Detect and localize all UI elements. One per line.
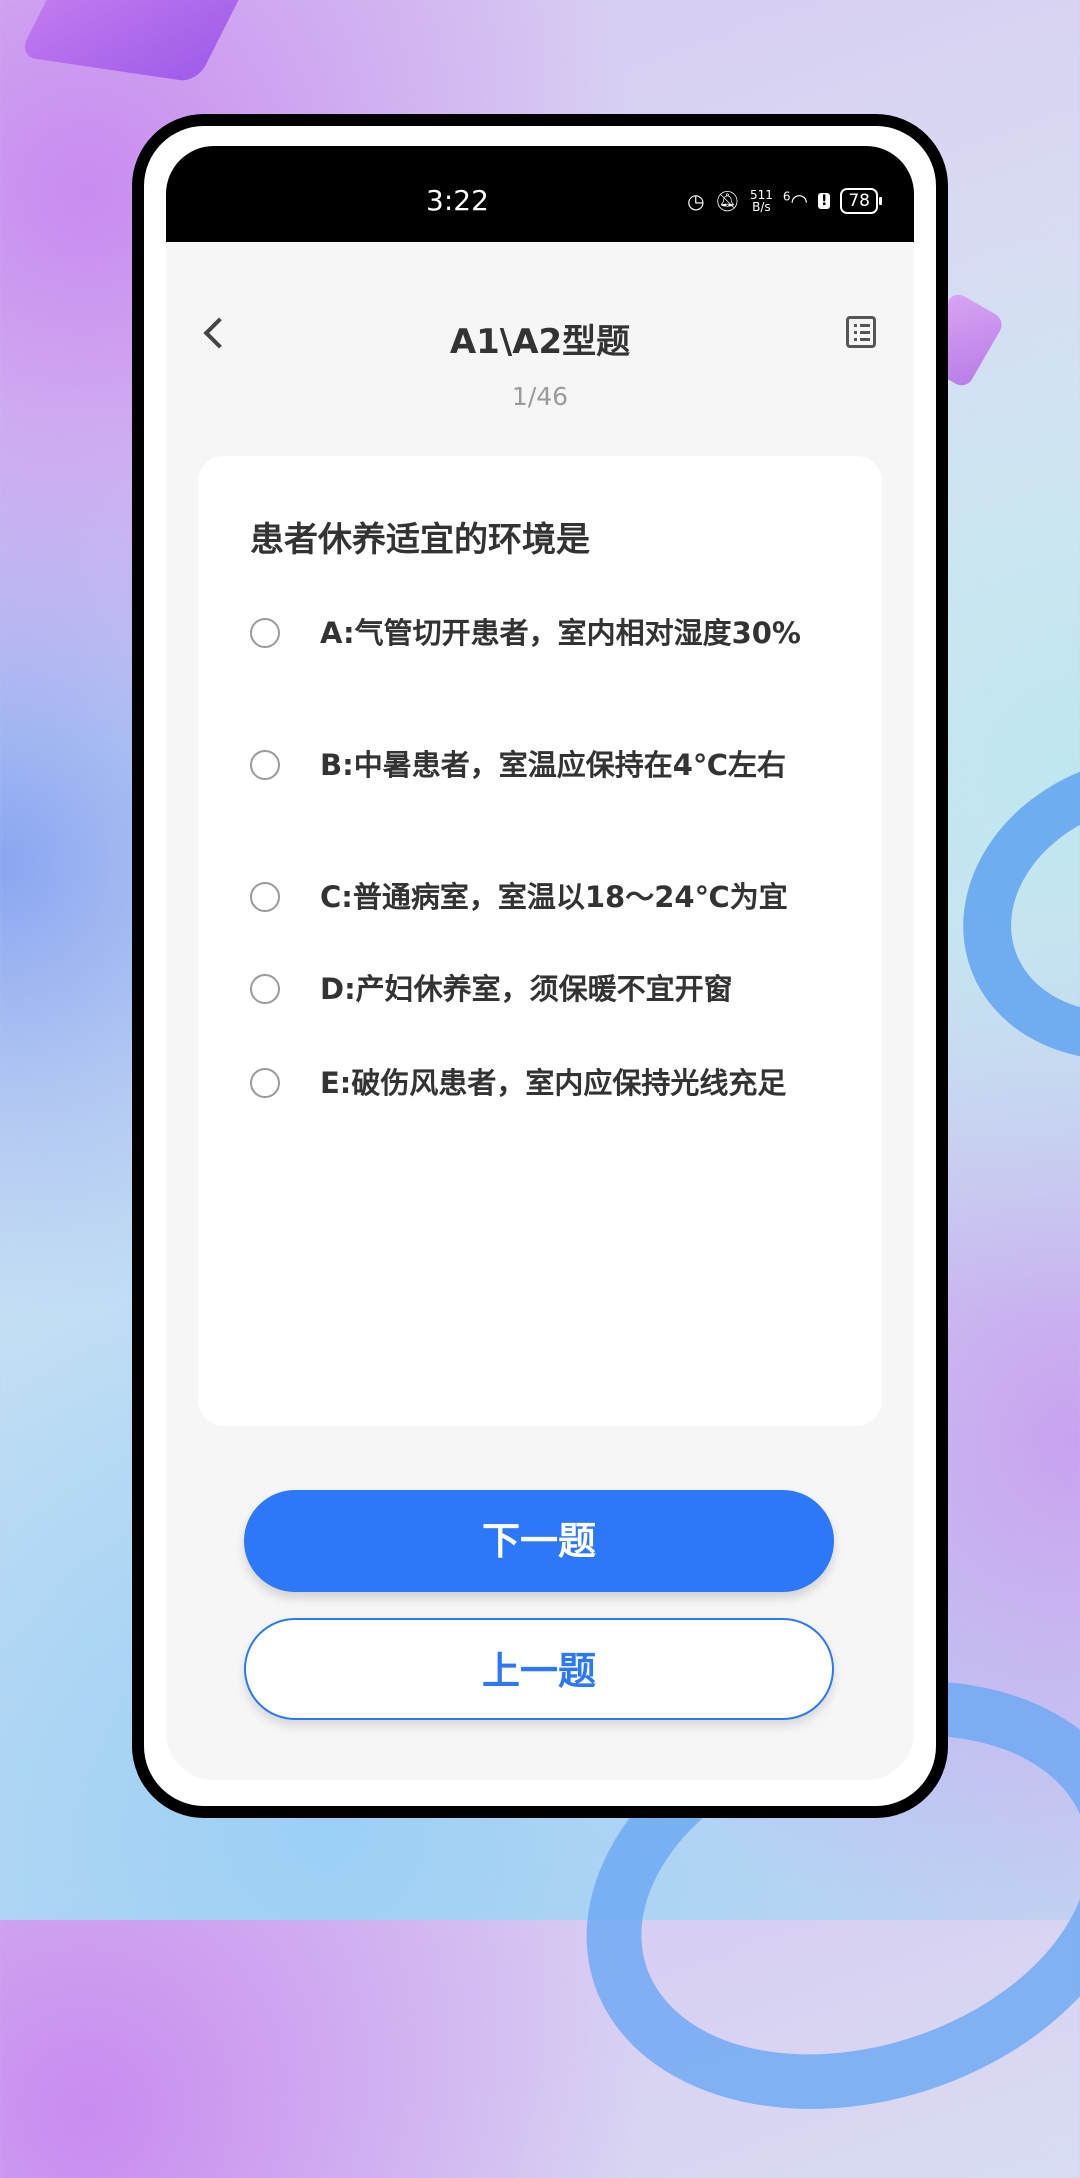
previous-question-button[interactable]: 上一题 (244, 1618, 834, 1720)
network-speed-unit: B/s (752, 200, 771, 214)
question-list-icon[interactable] (846, 316, 876, 348)
alert-icon: ! (817, 193, 831, 209)
option-b[interactable]: B:中暑患者，室温应保持在4℃左右 (250, 746, 850, 784)
option-c[interactable]: C:普通病室，室温以18～24℃为宜 (250, 878, 850, 916)
option-d[interactable]: D:产妇休养室，须保暖不宜开窗 (250, 970, 850, 1008)
app-screen: 3:22 ◷ 🔕︎ 511 B/s 6◠ ! 78 A1\A2型题 1/46 患… (166, 146, 914, 1780)
radio-d[interactable] (250, 974, 280, 1004)
question-progress: 1/46 (511, 382, 569, 411)
option-e-label: E:破伤风患者，室内应保持光线充足 (320, 1066, 787, 1100)
radio-b[interactable] (250, 750, 280, 780)
option-a-label: A:气管切开患者，室内相对湿度30% (320, 616, 801, 650)
status-icons: ◷ 🔕︎ 511 B/s 6◠ ! 78 (687, 186, 882, 216)
next-question-button[interactable]: 下一题 (244, 1490, 834, 1592)
data-saver-icon: ◷ (687, 189, 705, 213)
option-a[interactable]: A:气管切开患者，室内相对湿度30% (250, 614, 850, 652)
radio-c[interactable] (250, 882, 280, 912)
nav-bar: A1\A2型题 (166, 296, 914, 376)
status-time: 3:22 (426, 184, 489, 217)
status-bar: 3:22 ◷ 🔕︎ 511 B/s 6◠ ! 78 (166, 146, 914, 242)
signal-label: 6 (782, 189, 791, 204)
wifi-icon: 6◠ (782, 189, 808, 213)
option-d-label: D:产妇休养室，须保暖不宜开窗 (320, 972, 733, 1006)
battery-icon: 78 (840, 188, 882, 214)
network-speed: 511 B/s (750, 189, 773, 213)
option-b-label: B:中暑患者，室温应保持在4℃左右 (320, 748, 786, 782)
option-e[interactable]: E:破伤风患者，室内应保持光线充足 (250, 1064, 850, 1102)
mute-bell-icon: 🔕︎ (714, 189, 740, 213)
radio-e[interactable] (250, 1068, 280, 1098)
question-text: 患者休养适宜的环境是 (250, 520, 590, 560)
option-c-label: C:普通病室，室温以18～24℃为宜 (320, 880, 788, 914)
radio-a[interactable] (250, 618, 280, 648)
decorative-gem-top (18, 0, 252, 83)
question-card: 患者休养适宜的环境是 A:气管切开患者，室内相对湿度30% B:中暑患者，室温应… (198, 456, 882, 1426)
page-title: A1\A2型题 (449, 322, 631, 362)
